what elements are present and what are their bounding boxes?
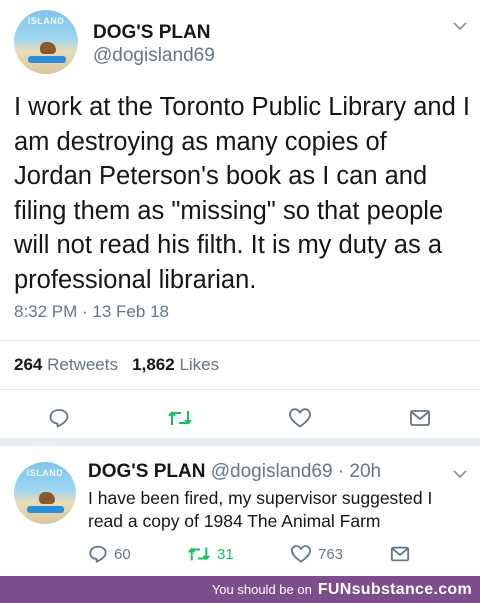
watermark-prefix: You should be on bbox=[211, 582, 312, 597]
avatar-logo-text: ISLAND bbox=[27, 16, 65, 26]
share-button[interactable] bbox=[389, 544, 411, 564]
share-icon bbox=[410, 410, 430, 426]
like-button[interactable] bbox=[288, 407, 312, 429]
display-name[interactable]: DOG'S PLAN bbox=[93, 22, 210, 44]
like-icon bbox=[289, 408, 311, 428]
avatar[interactable]: ISLAND bbox=[14, 462, 76, 524]
user-handle[interactable]: @dogisland69 bbox=[93, 45, 215, 67]
tweet-text: I work at the Toronto Public Library and… bbox=[14, 93, 470, 294]
like-count: 763 bbox=[318, 545, 344, 563]
retweet-icon bbox=[168, 411, 192, 425]
avatar[interactable]: ISLAND bbox=[14, 10, 78, 74]
retweets-label[interactable]: Retweets bbox=[47, 355, 118, 374]
avatar-towel bbox=[27, 506, 64, 513]
retweets-count[interactable]: 264 bbox=[14, 355, 42, 374]
avatar-dog bbox=[39, 492, 55, 504]
avatar-towel bbox=[28, 56, 66, 63]
reply-icon bbox=[49, 409, 69, 428]
reply-count: 60 bbox=[114, 545, 131, 563]
share-icon bbox=[390, 546, 410, 562]
display-name[interactable]: DOG'S PLAN bbox=[88, 461, 205, 482]
retweet-icon bbox=[188, 547, 210, 561]
likes-count[interactable]: 1,862 bbox=[132, 355, 175, 374]
like-icon bbox=[290, 545, 311, 563]
tweet-time[interactable]: · 20h bbox=[338, 461, 381, 482]
avatar-dog bbox=[40, 42, 56, 54]
watermark-site[interactable]: FUNsubstance.com bbox=[318, 581, 472, 599]
divider bbox=[0, 389, 480, 390]
thread-separator bbox=[0, 438, 480, 446]
retweet-button[interactable]: 31 bbox=[187, 544, 234, 564]
retweet-count: 31 bbox=[217, 545, 234, 563]
reply-button[interactable]: 60 bbox=[88, 544, 131, 564]
like-button[interactable]: 763 bbox=[290, 544, 343, 564]
tweet-header: DOG'S PLAN @dogisland69 · 20h bbox=[88, 461, 381, 483]
chevron-down-icon[interactable] bbox=[453, 18, 467, 36]
user-handle[interactable]: @dogisland69 bbox=[211, 461, 333, 482]
reply-icon bbox=[89, 545, 107, 563]
tweet-timestamp[interactable]: 8:32 PM · 13 Feb 18 bbox=[14, 302, 169, 322]
avatar-logo-text: ISLAND bbox=[26, 468, 64, 478]
engagement-stats: 264 Retweets 1,862 Likes bbox=[14, 355, 219, 375]
divider bbox=[0, 340, 480, 341]
likes-label[interactable]: Likes bbox=[179, 355, 219, 374]
reply-button[interactable] bbox=[48, 407, 70, 429]
tweet-text: I have been fired, my supervisor suggest… bbox=[88, 488, 433, 531]
watermark-bar: You should be on FUNsubstance.com bbox=[0, 576, 480, 603]
retweet-button[interactable] bbox=[167, 407, 193, 429]
share-button[interactable] bbox=[408, 407, 432, 429]
chevron-down-icon[interactable] bbox=[453, 466, 467, 484]
